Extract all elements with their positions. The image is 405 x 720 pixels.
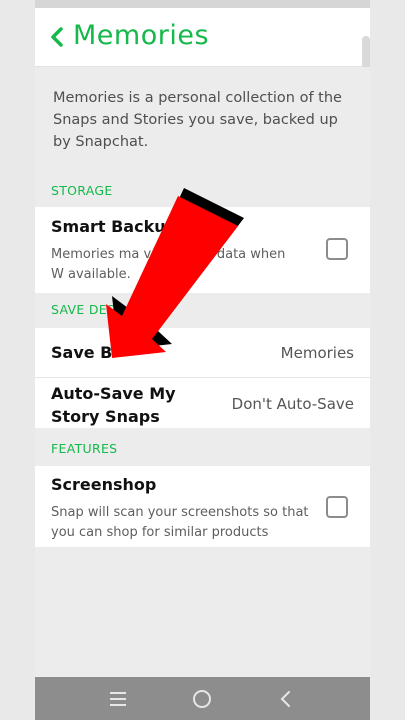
screenshop-desc: Snap will scan your screenshots so that … (51, 505, 309, 540)
status-strip (35, 0, 370, 8)
page-title: Memories (73, 20, 210, 51)
save-button-title: Save B (51, 343, 113, 362)
save-button-row[interactable]: Save B Memories (35, 328, 370, 377)
section-label-storage: STORAGE (51, 183, 113, 198)
auto-save-title: Auto-Save My Story Snaps (51, 384, 176, 426)
section-label-save-destinations: SAVE DEST (51, 302, 124, 317)
smart-backup-title: Smart Backu (51, 217, 166, 236)
home-icon[interactable] (190, 687, 214, 711)
intro-section: Memories is a personal collection of the… (35, 67, 370, 165)
smart-backup-checkbox[interactable] (326, 238, 348, 260)
navigation-bar (35, 677, 370, 720)
smart-backup-desc: Memories ma ver mobile data when W avail… (51, 247, 286, 282)
screenshop-row[interactable]: Screenshop Snap will scan your screensho… (35, 466, 370, 547)
header: Memories (35, 8, 370, 67)
screenshop-checkbox[interactable] (326, 496, 348, 518)
auto-save-row[interactable]: Auto-Save My Story Snaps Don't Auto-Save (35, 378, 370, 428)
screenshop-title: Screenshop (51, 475, 157, 494)
recent-apps-icon[interactable] (106, 687, 130, 711)
phone-screen: Memories Memories is a personal collecti… (35, 0, 370, 720)
intro-text: Memories is a personal collection of the… (53, 90, 342, 150)
save-button-value: Memories (280, 344, 354, 362)
section-label-features: FEATURES (51, 441, 118, 456)
back-nav-icon[interactable] (274, 687, 298, 711)
auto-save-value: Don't Auto-Save (231, 395, 354, 413)
smart-backup-row[interactable]: Smart Backu Memories ma ver mobile data … (35, 207, 370, 293)
chevron-left-icon[interactable] (45, 22, 69, 52)
